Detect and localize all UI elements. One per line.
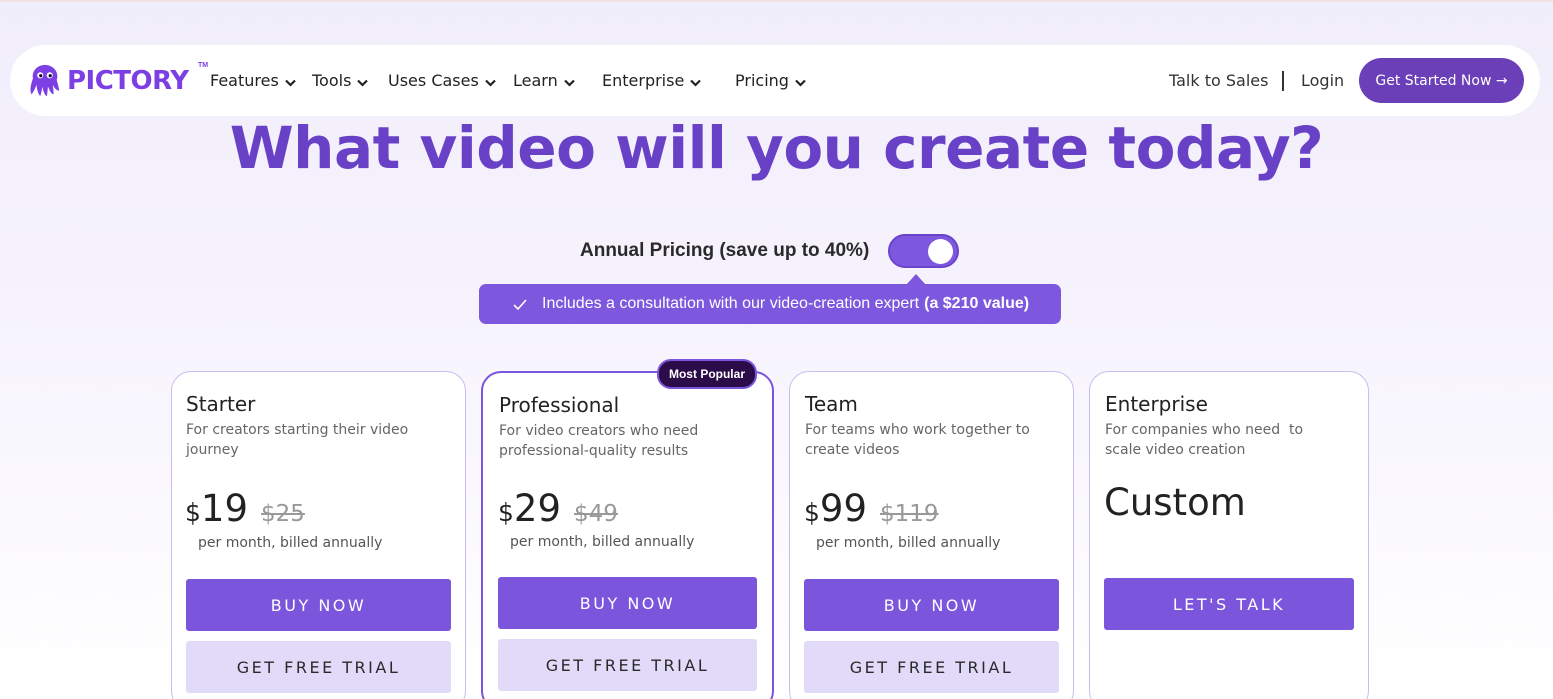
get-free-trial-button[interactable]: GET FREE TRIAL — [186, 641, 451, 693]
price-amount: 99 — [819, 487, 867, 530]
currency-symbol: $ — [498, 498, 514, 527]
chevron-down-icon — [563, 79, 575, 87]
callout-value: (a $210 value) — [924, 295, 1030, 312]
annual-pricing-toggle[interactable] — [888, 234, 959, 268]
custom-price: Custom — [1104, 481, 1246, 524]
callout-text: Includes a consultation with our video-c… — [542, 295, 920, 312]
plan-description: For teams who work together to create vi… — [805, 422, 1030, 458]
original-price: $49 — [574, 501, 618, 527]
nav-enterprise[interactable]: Enterprise — [602, 71, 702, 90]
nav-tools[interactable]: Tools — [312, 71, 369, 90]
plan-description: For creators starting their video journe… — [186, 422, 409, 458]
consultation-callout: Includes a consultation with our video-c… — [479, 284, 1061, 324]
chevron-down-icon — [357, 79, 369, 87]
nav-pricing-label: Pricing — [735, 71, 789, 90]
lets-talk-button[interactable]: LET'S TALK — [1104, 578, 1354, 630]
buy-now-button[interactable]: BUY NOW — [186, 579, 451, 631]
buy-now-button[interactable]: BUY NOW — [804, 579, 1059, 631]
nav-pricing[interactable]: Pricing — [735, 71, 806, 90]
chevron-down-icon — [485, 79, 496, 87]
nav-features-label: Features — [210, 71, 279, 90]
original-price: $25 — [261, 501, 305, 527]
nav-learn-label: Learn — [513, 71, 558, 90]
plan-name: Professional — [499, 393, 620, 417]
nav-use-cases-label: Uses Cases — [388, 71, 479, 90]
nav-tools-label: Tools — [312, 71, 352, 90]
most-popular-badge: Most Popular — [657, 359, 757, 389]
toggle-knob — [928, 239, 953, 264]
plan-description: For companies who need to scale video cr… — [1105, 422, 1308, 458]
top-navigation: PICTORY TM Features Tools Uses Cases Lea… — [10, 45, 1540, 116]
plan-price: $ 99 $119 — [804, 487, 939, 530]
annual-pricing-label: Annual Pricing (save up to 40%) — [580, 240, 870, 261]
plan-price: $ 19 $25 — [185, 487, 305, 530]
get-started-button[interactable]: Get Started Now → — [1359, 58, 1524, 103]
trademark-mark: TM — [198, 62, 209, 69]
chevron-down-icon — [690, 79, 702, 87]
nav-use-cases[interactable]: Uses Cases — [388, 71, 496, 90]
page-title: What video will you create today? — [229, 114, 1324, 182]
plan-description: For video creators who need professional… — [499, 423, 699, 459]
get-free-trial-button[interactable]: GET FREE TRIAL — [804, 641, 1059, 693]
billing-period: per month, billed annually — [510, 534, 695, 550]
price-amount: 29 — [513, 487, 561, 530]
checkmark-icon — [513, 298, 527, 310]
nav-learn[interactable]: Learn — [513, 71, 575, 90]
nav-divider — [1282, 71, 1284, 91]
nav-enterprise-label: Enterprise — [602, 71, 685, 90]
original-price: $119 — [880, 501, 939, 527]
plan-name: Team — [805, 392, 858, 416]
currency-symbol: $ — [804, 498, 820, 527]
pictory-logo[interactable]: PICTORY TM — [26, 61, 208, 101]
buy-now-button[interactable]: BUY NOW — [498, 577, 757, 629]
chevron-down-icon — [285, 79, 296, 87]
talk-to-sales-link[interactable]: Talk to Sales — [1169, 71, 1268, 90]
price-amount: 19 — [200, 487, 248, 530]
currency-symbol: $ — [185, 498, 201, 527]
plan-name: Starter — [186, 392, 256, 416]
login-link[interactable]: Login — [1301, 71, 1344, 90]
billing-period: per month, billed annually — [816, 535, 1001, 551]
billing-period: per month, billed annually — [198, 535, 383, 551]
get-free-trial-button[interactable]: GET FREE TRIAL — [498, 639, 757, 691]
logo-wordmark: PICTORY — [67, 66, 189, 96]
chevron-down-icon — [795, 79, 806, 87]
plan-name: Enterprise — [1105, 392, 1208, 416]
top-border — [0, 0, 1553, 2]
octopus-logo-icon — [30, 64, 60, 97]
plan-price: $ 29 $49 — [498, 487, 618, 530]
nav-features[interactable]: Features — [210, 71, 296, 90]
